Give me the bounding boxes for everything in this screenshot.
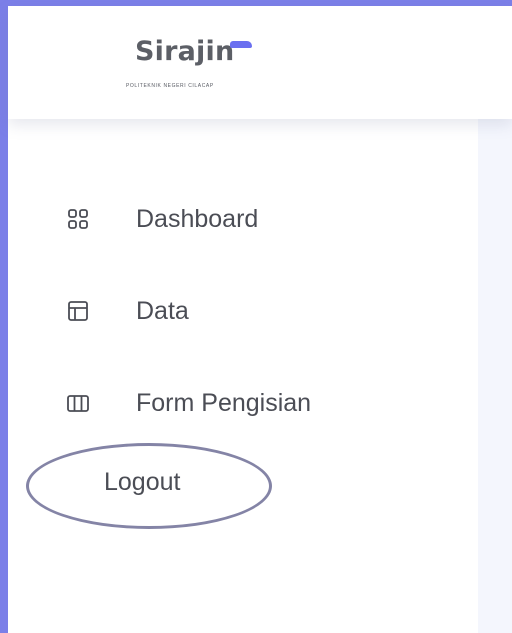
sirajin-logo[interactable]: Sirajin POLITEKNIK NEGERI CILACAP bbox=[116, 32, 256, 94]
sidebar-item-form-pengisian[interactable]: Form Pengisian bbox=[66, 383, 366, 423]
sidebar-item-label: Logout bbox=[104, 468, 181, 496]
logo-text: Sirajin bbox=[135, 36, 235, 67]
sidebar: Dashboard Data Form Pengisian Logout bbox=[8, 119, 478, 633]
sidebar-item-logout[interactable]: Logout bbox=[26, 443, 272, 529]
sidebar-item-label: Data bbox=[136, 296, 189, 325]
columns-icon bbox=[66, 391, 90, 415]
sidebar-item-label: Form Pengisian bbox=[136, 388, 312, 417]
dashboard-grid-icon bbox=[66, 207, 90, 231]
main-content-area bbox=[478, 119, 512, 633]
top-header: Sirajin POLITEKNIK NEGERI CILACAP bbox=[8, 6, 512, 119]
sidebar-item-dashboard[interactable]: Dashboard bbox=[66, 199, 306, 239]
sidebar-item-label: Dashboard bbox=[136, 204, 259, 233]
logo-subtitle: POLITEKNIK NEGERI CILACAP bbox=[126, 83, 214, 89]
layout-table-icon bbox=[66, 299, 90, 323]
app-window: Sirajin POLITEKNIK NEGERI CILACAP Dashbo… bbox=[8, 6, 512, 633]
sidebar-item-data[interactable]: Data bbox=[66, 291, 266, 331]
logo-accent-bar bbox=[230, 41, 252, 48]
